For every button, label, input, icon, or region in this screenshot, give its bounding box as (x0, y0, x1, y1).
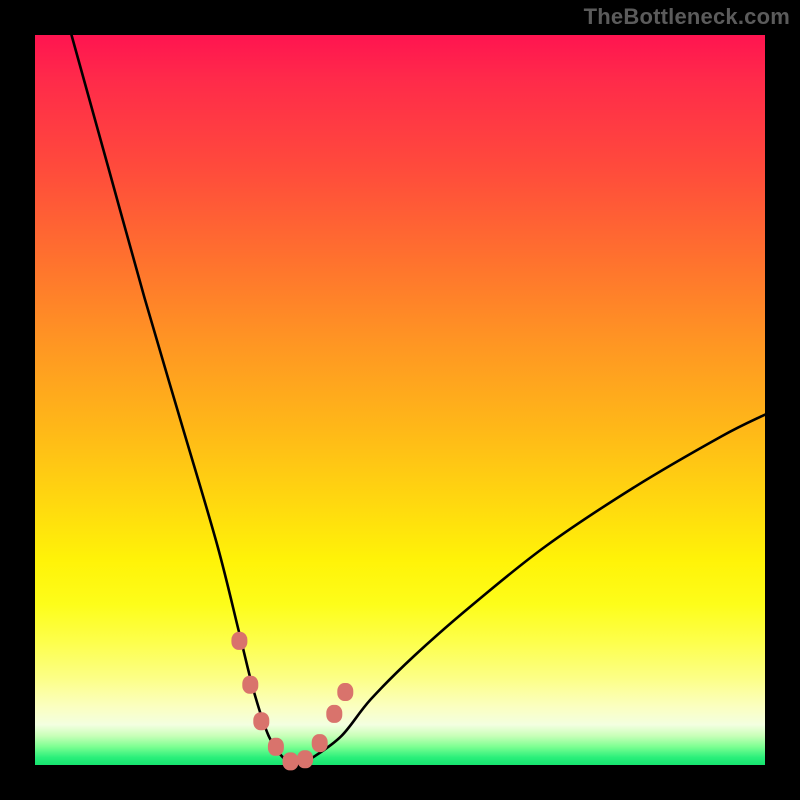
marker-dot (337, 683, 353, 701)
chart-frame: TheBottleneck.com (0, 0, 800, 800)
watermark-text: TheBottleneck.com (584, 4, 790, 30)
marker-dot (253, 712, 269, 730)
marker-dot (297, 750, 313, 768)
marker-dot (231, 632, 247, 650)
marker-dot (242, 676, 258, 694)
marker-dot (326, 705, 342, 723)
marker-dot (312, 734, 328, 752)
marker-dot (268, 738, 284, 756)
plot-area (35, 35, 765, 765)
bottleneck-curve (72, 35, 766, 765)
marker-group (231, 632, 353, 771)
marker-dot (283, 752, 299, 770)
curve-layer (35, 35, 765, 765)
